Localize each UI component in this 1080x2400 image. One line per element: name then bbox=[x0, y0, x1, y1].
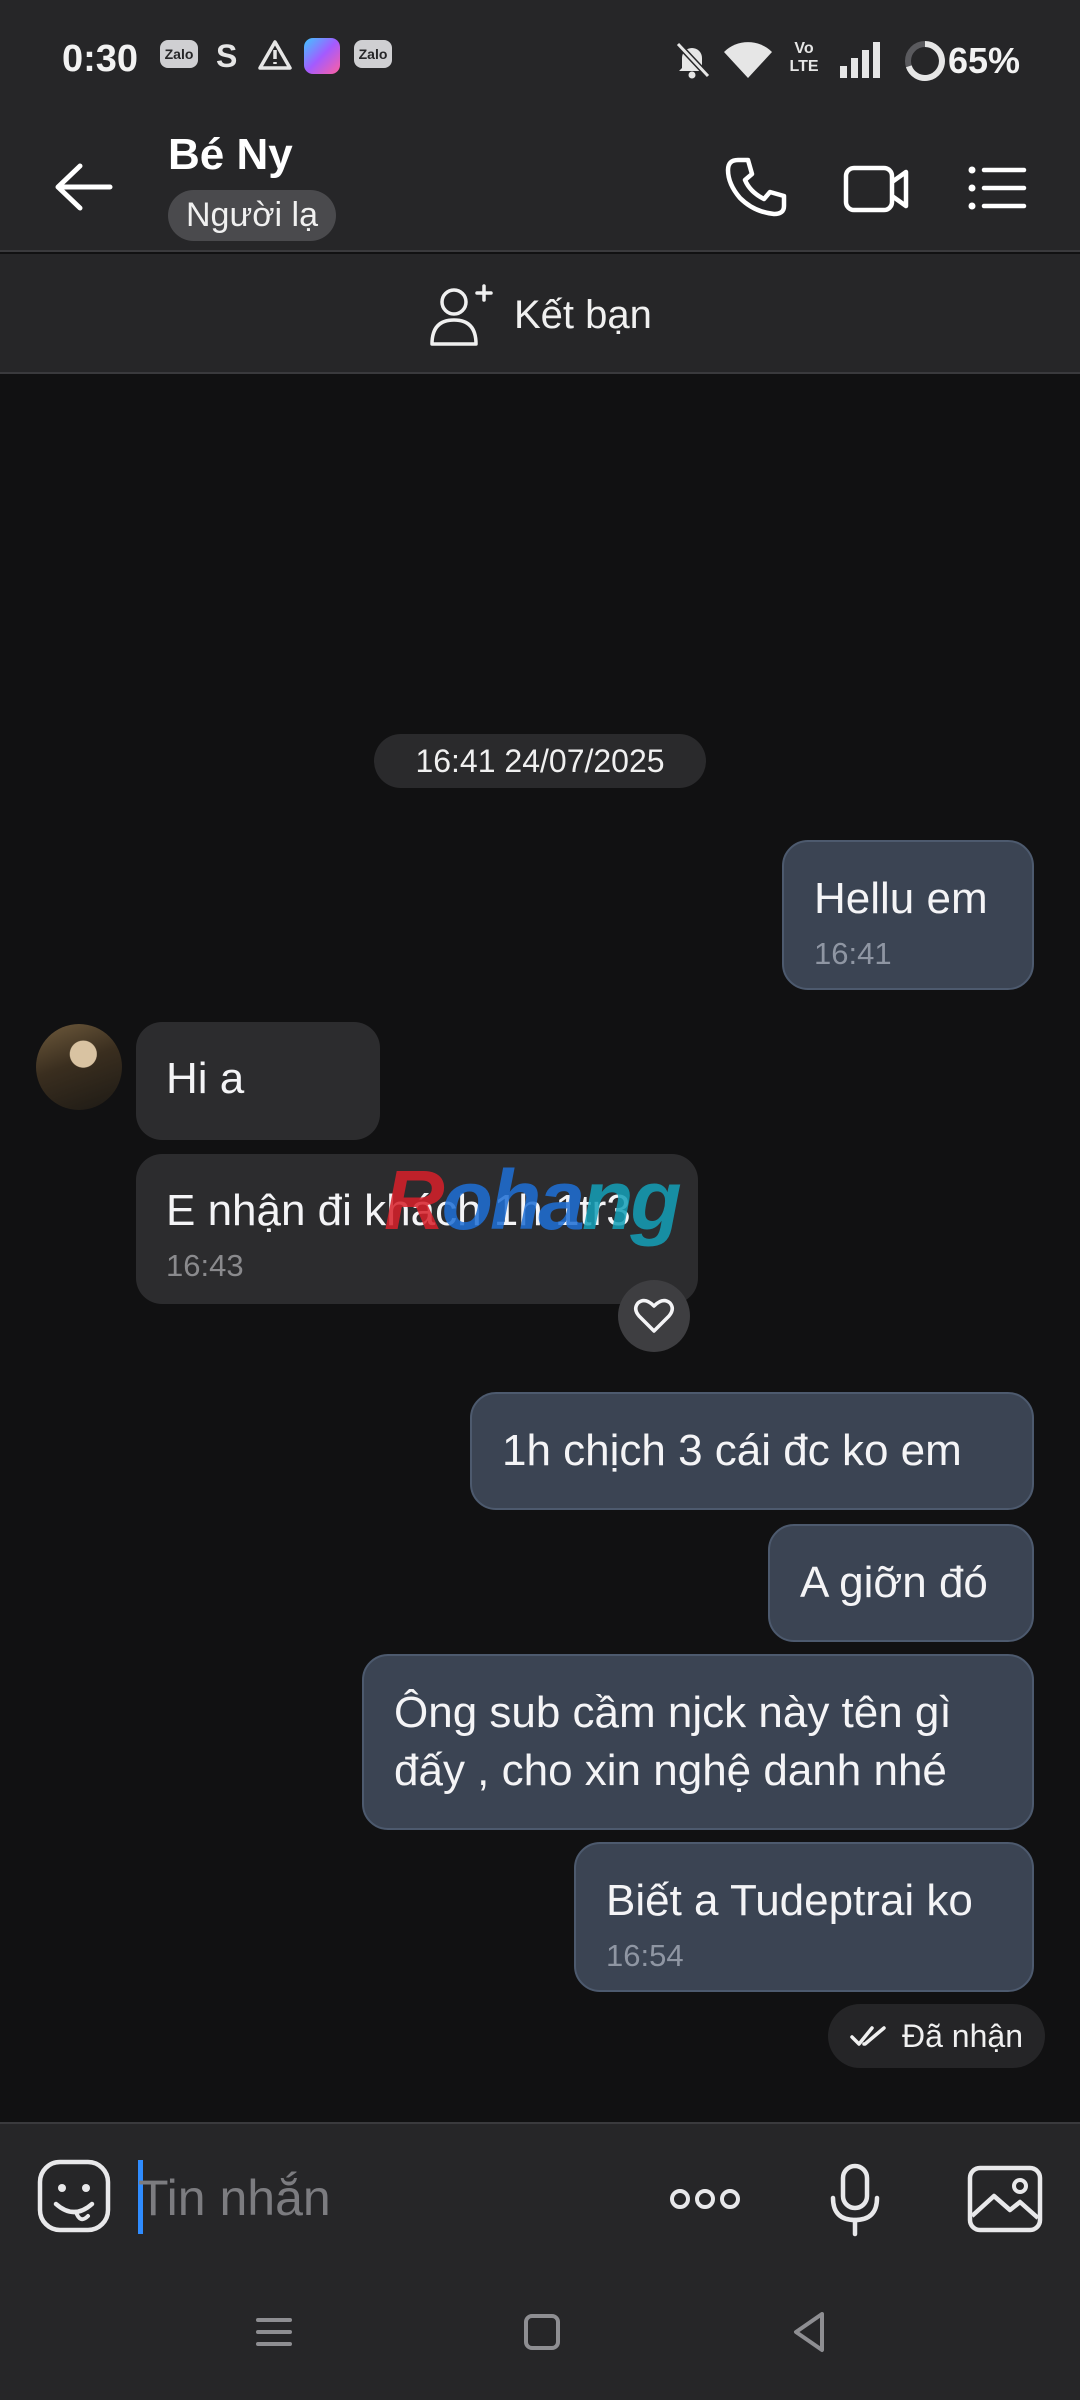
message-bubble-sent[interactable]: Biết a Tudeptrai ko 16:54 bbox=[574, 1842, 1034, 1992]
message-time: 16:43 bbox=[166, 1248, 244, 1283]
message-text: Ông sub cầm njck này tên gì đấy , cho xi… bbox=[394, 1688, 952, 1795]
message-text: Hi a bbox=[166, 1054, 245, 1103]
stranger-badge: Người lạ bbox=[168, 190, 336, 241]
date-separator: 16:41 24/07/2025 bbox=[374, 734, 706, 788]
home-icon[interactable] bbox=[512, 2302, 572, 2362]
add-user-icon bbox=[430, 284, 493, 346]
sticker-emoji-icon[interactable] bbox=[36, 2158, 112, 2234]
bell-muted-icon bbox=[675, 41, 711, 79]
message-bubble-sent[interactable]: Hellu em 16:41 bbox=[782, 840, 1034, 990]
message-text: Hellu em bbox=[814, 874, 988, 923]
heart-icon bbox=[634, 1298, 674, 1333]
message-text: 1h chịch 3 cái đc ko em bbox=[502, 1426, 962, 1475]
wifi-icon bbox=[724, 42, 772, 78]
add-friend-button[interactable]: Kết bạn bbox=[426, 280, 652, 350]
add-friend-label: Kết bạn bbox=[514, 292, 652, 337]
battery-level: 65% bbox=[947, 40, 1020, 81]
message-time: 16:54 bbox=[606, 1938, 684, 1973]
video-call-icon[interactable] bbox=[840, 152, 912, 224]
menu-list-icon[interactable] bbox=[960, 152, 1032, 224]
add-friend-bar: Kết bạn bbox=[0, 254, 1080, 374]
status-bar: 0:30 Zalo S Zalo Vo LTE 65% bbox=[0, 0, 1080, 124]
message-time: 16:41 bbox=[814, 936, 892, 971]
phone-call-icon[interactable] bbox=[720, 152, 792, 224]
back-arrow-icon[interactable] bbox=[50, 154, 120, 220]
message-bubble-sent[interactable]: Ông sub cầm njck này tên gì đấy , cho xi… bbox=[362, 1654, 1034, 1830]
battery-icon bbox=[905, 41, 945, 81]
s-notification-icon: S bbox=[216, 38, 238, 74]
delivered-label: Đã nhận bbox=[902, 2017, 1023, 2054]
message-input[interactable] bbox=[138, 2162, 618, 2234]
warning-icon bbox=[258, 40, 292, 70]
more-options-icon[interactable] bbox=[664, 2158, 746, 2240]
message-text: A giỡn đó bbox=[800, 1558, 988, 1607]
image-gallery-icon[interactable] bbox=[964, 2158, 1046, 2240]
zalo-notification-icon: Zalo bbox=[160, 40, 198, 68]
message-bubble-received[interactable]: Hi a bbox=[136, 1022, 380, 1140]
back-nav-icon[interactable] bbox=[780, 2302, 840, 2362]
react-heart-button[interactable] bbox=[618, 1280, 690, 1352]
zalo-notification-icon-2: Zalo bbox=[354, 40, 392, 68]
volte-icon: Vo LTE bbox=[789, 40, 819, 75]
contact-name[interactable]: Bé Ny bbox=[168, 130, 293, 180]
app-notification-icon bbox=[304, 38, 340, 74]
message-text: Biết a Tudeptrai ko bbox=[606, 1876, 973, 1925]
double-check-icon bbox=[850, 2026, 886, 2046]
message-bubble-sent[interactable]: 1h chịch 3 cái đc ko em bbox=[470, 1392, 1034, 1510]
microphone-icon[interactable] bbox=[814, 2158, 896, 2240]
message-bubble-sent[interactable]: A giỡn đó bbox=[768, 1524, 1034, 1642]
recent-apps-icon[interactable] bbox=[244, 2302, 304, 2362]
chat-header: Bé Ny Người lạ bbox=[0, 124, 1080, 252]
message-input-bar bbox=[0, 2122, 1080, 2272]
system-nav-bar bbox=[0, 2272, 1080, 2400]
watermark-logo: Rohang bbox=[384, 1153, 682, 1247]
signal-icon bbox=[840, 42, 880, 78]
delivered-status: Đã nhận bbox=[828, 2004, 1045, 2068]
status-time: 0:30 bbox=[62, 38, 139, 80]
contact-avatar[interactable] bbox=[36, 1024, 122, 1110]
